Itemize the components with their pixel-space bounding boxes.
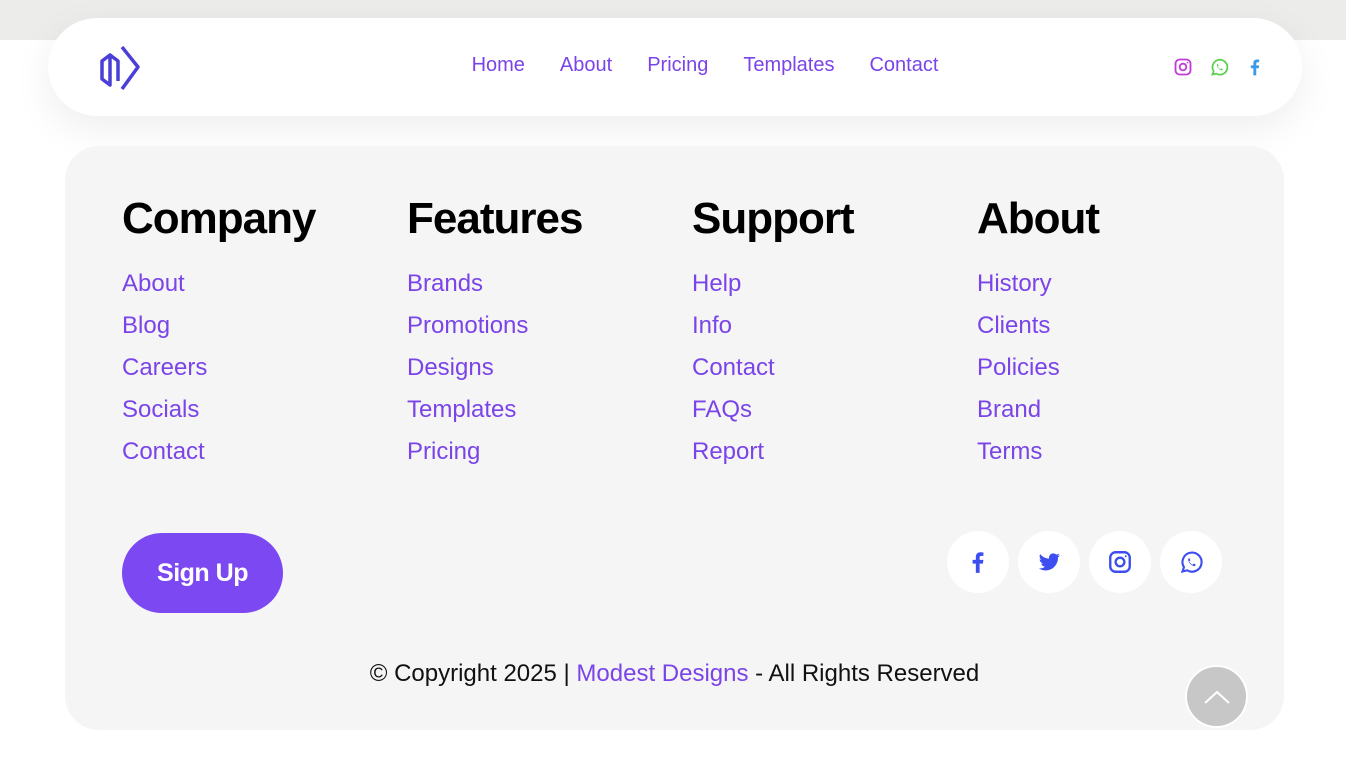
footer-link-brands[interactable]: Brands (407, 263, 667, 305)
footer-link-faqs[interactable]: FAQs (692, 389, 952, 431)
footer-link-policies[interactable]: Policies (977, 347, 1237, 389)
whatsapp-icon (1180, 550, 1203, 573)
main-nav: Home About Pricing Templates Contact (48, 54, 1302, 77)
footer-column-about: About History Clients Policies Brand Ter… (977, 194, 1237, 473)
footer-link-help[interactable]: Help (692, 263, 952, 305)
nav-link-contact[interactable]: Contact (869, 54, 938, 77)
whatsapp-icon[interactable] (1208, 56, 1230, 78)
footer-link-about[interactable]: About (122, 263, 382, 305)
nav-link-pricing[interactable]: Pricing (647, 54, 708, 77)
navbar: Home About Pricing Templates Contact (48, 18, 1302, 116)
footer-link-templates[interactable]: Templates (407, 389, 667, 431)
facebook-icon[interactable] (1244, 56, 1266, 78)
copyright: © Copyright 2025 | Modest Designs - All … (65, 660, 1284, 688)
footer-link-socials[interactable]: Socials (122, 389, 382, 431)
footer-link-brand[interactable]: Brand (977, 389, 1237, 431)
footer-link-info[interactable]: Info (692, 305, 952, 347)
footer-link-promotions[interactable]: Promotions (407, 305, 667, 347)
twitter-icon (1038, 553, 1060, 571)
nav-social-links (1172, 56, 1266, 78)
twitter-button[interactable] (1018, 531, 1080, 593)
instagram-icon[interactable] (1172, 56, 1194, 78)
footer-column-support: Support Help Info Contact FAQs Report (692, 194, 952, 473)
sign-up-button[interactable]: Sign Up (122, 533, 283, 613)
footer-heading: Features (407, 194, 583, 243)
nav-link-about[interactable]: About (560, 54, 612, 77)
footer-link-pricing[interactable]: Pricing (407, 431, 667, 473)
footer-link-report[interactable]: Report (692, 431, 952, 473)
scroll-to-top-button[interactable] (1185, 665, 1248, 728)
nav-link-home[interactable]: Home (472, 54, 525, 77)
footer-link-contact[interactable]: Contact (122, 431, 382, 473)
footer-link-contact[interactable]: Contact (692, 347, 952, 389)
footer-social-links (947, 531, 1222, 593)
footer-column-features: Features Brands Promotions Designs Templ… (407, 194, 667, 473)
footer-heading: Company (122, 194, 316, 243)
footer-heading: Support (692, 194, 855, 243)
facebook-icon (972, 552, 984, 573)
whatsapp-button[interactable] (1160, 531, 1222, 593)
nav-link-templates[interactable]: Templates (743, 54, 834, 77)
footer-link-careers[interactable]: Careers (122, 347, 382, 389)
footer-heading: About (977, 194, 1100, 243)
footer: Company About Blog Careers Socials Conta… (65, 146, 1284, 730)
brand-link[interactable]: Modest Designs (576, 660, 748, 687)
instagram-icon (1109, 551, 1131, 573)
footer-link-designs[interactable]: Designs (407, 347, 667, 389)
footer-link-terms[interactable]: Terms (977, 431, 1237, 473)
facebook-button[interactable] (947, 531, 1009, 593)
footer-link-history[interactable]: History (977, 263, 1237, 305)
footer-link-clients[interactable]: Clients (977, 305, 1237, 347)
footer-link-blog[interactable]: Blog (122, 305, 382, 347)
copyright-suffix: - All Rights Reserved (748, 660, 980, 687)
instagram-button[interactable] (1089, 531, 1151, 593)
footer-column-company: Company About Blog Careers Socials Conta… (122, 194, 382, 473)
chevron-up-icon (1203, 690, 1230, 704)
copyright-prefix: © Copyright 2025 | (369, 660, 577, 687)
